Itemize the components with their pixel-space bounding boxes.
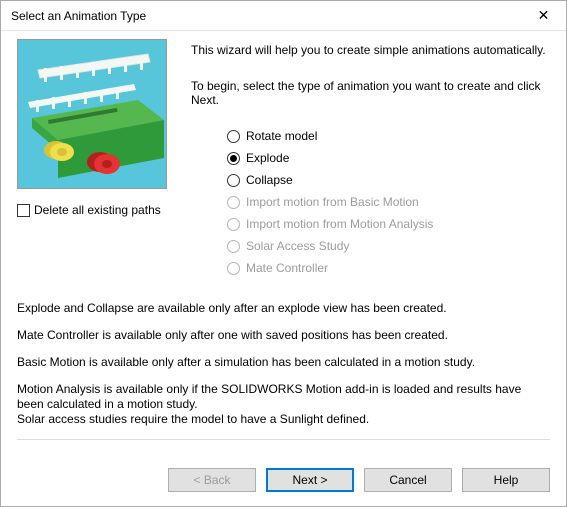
radio-icon [227, 174, 240, 187]
next-button[interactable]: Next > [266, 468, 354, 492]
intro-text-1: This wizard will help you to create simp… [191, 43, 550, 57]
note-explode-collapse: Explode and Collapse are available only … [17, 301, 550, 316]
radio-label: Collapse [246, 173, 293, 187]
close-icon: ✕ [538, 7, 550, 24]
radio-explode[interactable]: Explode [227, 151, 550, 165]
animation-type-group: Rotate model Explode Collapse Import mot… [227, 129, 550, 275]
radio-label: Mate Controller [246, 261, 328, 275]
delete-paths-checkbox[interactable]: Delete all existing paths [17, 203, 177, 217]
radio-icon [227, 240, 240, 253]
radio-import-basic-motion: Import motion from Basic Motion [227, 195, 550, 209]
radio-icon [227, 262, 240, 275]
delete-paths-label: Delete all existing paths [34, 203, 161, 217]
dialog-content: Delete all existing paths This wizard wi… [1, 31, 566, 458]
wizard-buttons: < Back Next > Cancel Help [1, 458, 566, 506]
preview-image [17, 39, 167, 189]
checkbox-icon [17, 204, 30, 217]
note-solar-access: Solar access studies require the model t… [17, 412, 550, 427]
radio-icon [227, 152, 240, 165]
radio-collapse[interactable]: Collapse [227, 173, 550, 187]
radio-label: Rotate model [246, 129, 317, 143]
dialog-title: Select an Animation Type [11, 9, 521, 23]
radio-import-motion-analysis: Import motion from Motion Analysis [227, 217, 550, 231]
radio-rotate-model[interactable]: Rotate model [227, 129, 550, 143]
availability-notes: Explode and Collapse are available only … [17, 301, 550, 427]
note-basic-motion: Basic Motion is available only after a s… [17, 355, 550, 370]
radio-label: Explode [246, 151, 289, 165]
radio-icon [227, 196, 240, 209]
back-button: < Back [168, 468, 256, 492]
titlebar: Select an Animation Type ✕ [1, 1, 566, 31]
radio-mate-controller: Mate Controller [227, 261, 550, 275]
close-button[interactable]: ✕ [521, 1, 566, 31]
radio-label: Solar Access Study [246, 239, 349, 253]
radio-icon [227, 130, 240, 143]
intro-text-2: To begin, select the type of animation y… [191, 79, 550, 107]
radio-solar-access-study: Solar Access Study [227, 239, 550, 253]
note-motion-analysis: Motion Analysis is available only if the… [17, 382, 550, 412]
radio-icon [227, 218, 240, 231]
help-button[interactable]: Help [462, 468, 550, 492]
separator [17, 439, 550, 440]
note-mate-controller: Mate Controller is available only after … [17, 328, 550, 343]
radio-label: Import motion from Motion Analysis [246, 217, 433, 231]
wizard-dialog: Select an Animation Type ✕ [0, 0, 567, 507]
cancel-button[interactable]: Cancel [364, 468, 452, 492]
radio-label: Import motion from Basic Motion [246, 195, 419, 209]
